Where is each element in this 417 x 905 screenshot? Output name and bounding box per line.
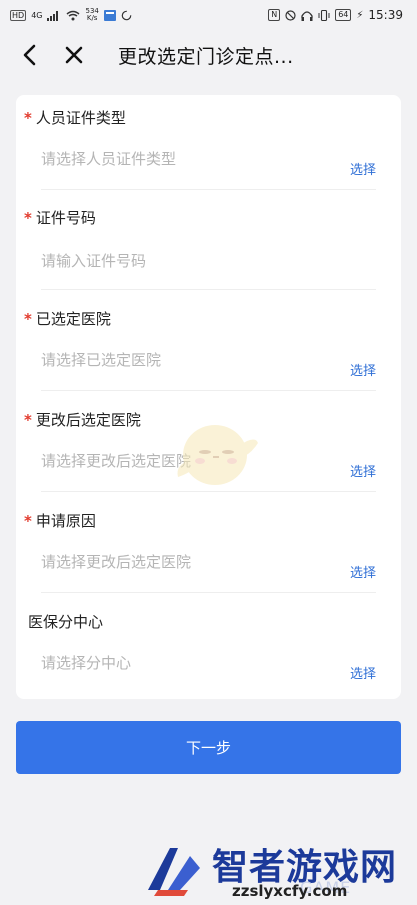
field-id-number: * 证件号码 请输入证件号码 xyxy=(16,195,401,295)
divider xyxy=(41,189,376,190)
nav-bar: 更改选定门诊定点... xyxy=(0,30,417,80)
required-marker: * xyxy=(24,411,32,429)
id-number-input[interactable]: 请输入证件号码 xyxy=(41,250,146,271)
app-notification-icon xyxy=(103,9,116,21)
required-marker: * xyxy=(24,209,32,227)
field-label-text: 证件号码 xyxy=(35,209,96,227)
hd-indicator: HD xyxy=(10,9,27,21)
reason-select[interactable]: 请选择更改后选定医院 xyxy=(41,551,191,572)
select-id-type-button[interactable]: 选择 xyxy=(350,159,376,178)
field-label: * 更改后选定医院 xyxy=(24,409,141,430)
nfc-icon: N xyxy=(268,9,281,21)
field-label: 医保分中心 xyxy=(24,611,103,632)
required-marker: * xyxy=(24,109,32,127)
speed-unit: K/s xyxy=(86,14,98,22)
select-insurance-center-button[interactable]: 选择 xyxy=(350,663,376,682)
status-bar: HD 4G 534 K/s N 64 ⚡ 15:39 xyxy=(0,0,417,30)
select-reason-button[interactable]: 选择 xyxy=(350,562,376,581)
divider xyxy=(41,289,376,290)
brand-watermark-url: zzslyxcfy.com xyxy=(232,882,348,900)
sync-icon xyxy=(121,10,132,20)
network-label: 4G xyxy=(31,10,43,20)
field-label-text: 更改后选定医院 xyxy=(35,411,141,429)
divider xyxy=(41,592,376,593)
brand-logo-icon xyxy=(148,848,200,896)
field-id-type: * 人员证件类型 请选择人员证件类型 选择 xyxy=(16,95,401,195)
select-new-hospital-button[interactable]: 选择 xyxy=(350,461,376,480)
mute-icon xyxy=(285,9,296,21)
form-card: * 人员证件类型 请选择人员证件类型 选择 * 证件号码 请输入证件号码 * 已选定医… xyxy=(16,95,401,699)
field-reason: * 申请原因 请选择更改后选定医院 选择 xyxy=(16,498,401,598)
mascot-watermark-icon xyxy=(177,425,258,485)
field-label: * 申请原因 xyxy=(24,510,96,531)
field-label-text: 已选定医院 xyxy=(35,310,111,328)
new-hospital-select[interactable]: 请选择更改后选定医院 xyxy=(41,450,191,471)
wifi-icon xyxy=(67,10,80,20)
field-label: * 证件号码 xyxy=(24,207,96,228)
divider xyxy=(41,390,376,391)
required-marker: * xyxy=(24,310,32,328)
next-step-button[interactable]: 下一步 xyxy=(16,721,401,774)
id-type-select[interactable]: 请选择人员证件类型 xyxy=(41,148,176,169)
field-label: * 已选定医院 xyxy=(24,308,111,329)
field-current-hospital: * 已选定医院 请选择已选定医院 选择 xyxy=(16,296,401,396)
select-current-hospital-button[interactable]: 选择 xyxy=(350,360,376,379)
field-label-text: 申请原因 xyxy=(35,512,96,530)
headphones-icon xyxy=(301,10,313,21)
clock: 15:39 xyxy=(368,8,403,22)
close-icon[interactable] xyxy=(62,42,86,68)
field-label-text: 人员证件类型 xyxy=(35,109,126,127)
current-hospital-select[interactable]: 请选择已选定医院 xyxy=(41,349,161,370)
field-label-text: 医保分中心 xyxy=(28,613,104,631)
back-arrow-icon[interactable] xyxy=(18,42,42,68)
status-right: N 64 ⚡ 15:39 xyxy=(268,8,403,22)
page-title: 更改选定门诊定点... xyxy=(118,46,294,68)
field-insurance-center: 医保分中心 请选择分中心 选择 xyxy=(16,599,401,699)
battery-icon: 64 xyxy=(335,9,352,21)
vibrate-icon xyxy=(318,9,330,21)
status-left: HD 4G 534 K/s xyxy=(10,8,132,22)
required-marker: * xyxy=(24,512,32,530)
field-label: * 人员证件类型 xyxy=(24,107,126,128)
insurance-center-select[interactable]: 请选择分中心 xyxy=(41,652,131,673)
charging-icon: ⚡ xyxy=(356,9,364,21)
signal-icon xyxy=(47,10,59,21)
network-speed: 534 K/s xyxy=(85,8,98,22)
